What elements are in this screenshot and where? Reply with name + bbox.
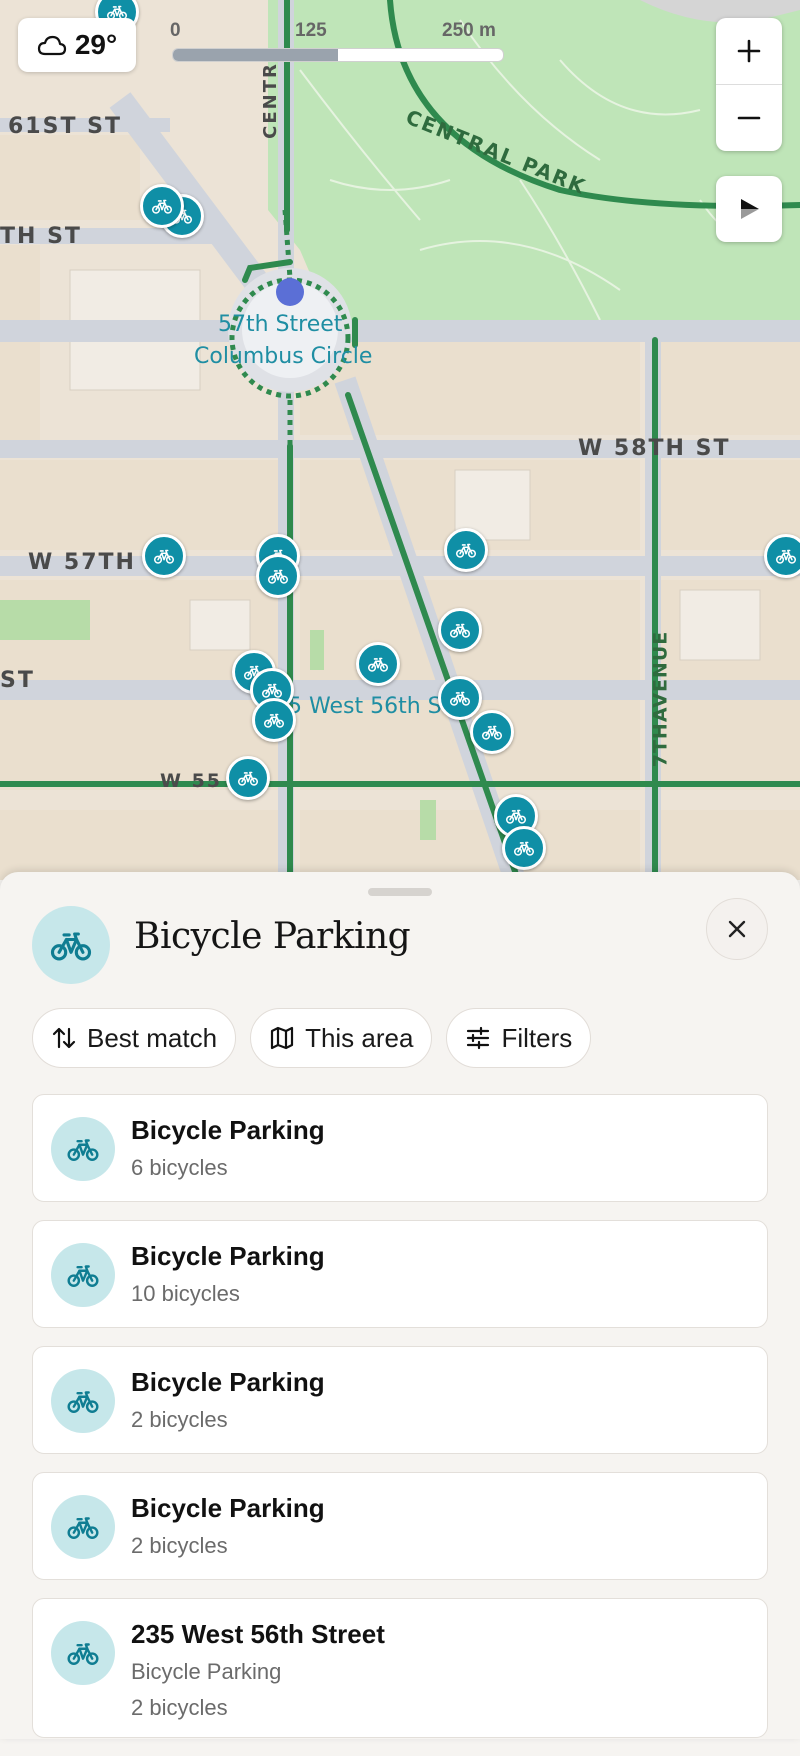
result-title: Bicycle Parking	[131, 1493, 325, 1523]
orientation-control	[716, 176, 782, 242]
compass-button[interactable]	[716, 176, 782, 242]
bicycle-icon	[66, 1132, 100, 1166]
map-icon	[270, 1026, 294, 1050]
result-item[interactable]: 235 West 56th Street Bicycle Parking 2 b…	[32, 1598, 768, 1738]
result-bicycle-badge	[51, 1369, 115, 1433]
sliders-icon	[467, 1026, 490, 1050]
bicycle-icon	[66, 1384, 100, 1418]
result-bicycle-badge	[51, 1243, 115, 1307]
result-bicycle-badge	[51, 1621, 115, 1685]
result-subtitle: 6 bicycles	[131, 1155, 228, 1180]
scale-label-250: 250 m	[442, 20, 496, 41]
bicycle-icon	[455, 539, 477, 561]
map-view[interactable]: 61ST ST TH ST CENTR CENTRAL PARK W 58TH …	[0, 0, 800, 880]
minus-icon	[737, 116, 761, 120]
result-bicycle-badge	[51, 1495, 115, 1559]
bicycle-icon	[367, 653, 389, 675]
street-label-centr: CENTR	[259, 62, 281, 139]
street-label-st: ST	[0, 668, 35, 693]
bike-parking-pin[interactable]	[142, 534, 186, 578]
bike-parking-pin[interactable]	[356, 642, 400, 686]
temperature-text: 29°	[74, 29, 118, 60]
plus-icon	[737, 39, 761, 63]
bicycle-icon	[449, 619, 471, 641]
bicycle-icon	[66, 1258, 100, 1292]
result-bicycle-badge	[51, 1117, 115, 1181]
sort-icon	[52, 1027, 76, 1049]
result-title: Bicycle Parking	[131, 1367, 325, 1397]
bicycle-icon	[263, 709, 285, 731]
bike-parking-pin[interactable]	[438, 608, 482, 652]
sheet-title: Bicycle Parking	[134, 916, 411, 957]
result-item[interactable]: Bicycle Parking 2 bicycles	[32, 1472, 768, 1580]
scale-label-125: 125	[295, 20, 327, 41]
zoom-out-button[interactable]	[716, 85, 782, 151]
bicycle-icon	[66, 1510, 100, 1544]
poi-label-columbus-1[interactable]: 57th Street	[218, 312, 342, 337]
weather-badge[interactable]: 29°	[18, 18, 136, 72]
poi-label-west-56th[interactable]: 5 West 56th St	[288, 694, 450, 719]
bicycle-icon	[513, 837, 535, 859]
result-title: 235 West 56th Street	[131, 1619, 385, 1649]
chip-filters[interactable]: Filters	[446, 1008, 592, 1068]
bike-parking-pin[interactable]	[256, 554, 300, 598]
chip-label: Best match	[87, 1022, 218, 1053]
bike-parking-pin[interactable]	[140, 184, 184, 228]
bike-parking-pin[interactable]	[252, 698, 296, 742]
header-bicycle-badge	[32, 906, 110, 984]
results-sheet: Bicycle Parking Best match This area Fil…	[0, 872, 800, 1739]
bicycle-icon	[151, 195, 173, 217]
chip-this-area[interactable]: This area	[250, 1008, 433, 1068]
bicycle-icon	[66, 1636, 100, 1670]
poi-label-columbus-2[interactable]: Columbus Circle	[194, 344, 372, 369]
result-subtitle: Bicycle Parking	[131, 1659, 282, 1684]
scale-label-0: 0	[170, 20, 181, 41]
street-label-w55: W 55	[160, 770, 223, 792]
scale-bar	[172, 48, 504, 62]
result-item[interactable]: Bicycle Parking 2 bicycles	[32, 1346, 768, 1454]
bicycle-icon	[153, 545, 175, 567]
bicycle-icon	[505, 805, 527, 827]
close-icon	[728, 920, 746, 938]
result-subtitle: 2 bicycles	[131, 1533, 228, 1558]
bike-parking-pin[interactable]	[764, 534, 800, 578]
result-detail: 2 bicycles	[131, 1695, 228, 1720]
street-label-7th-avenue: 7THAVENUE	[649, 630, 672, 768]
street-label-w58: W 58TH ST	[578, 436, 731, 461]
result-title: Bicycle Parking	[131, 1115, 325, 1145]
result-title: Bicycle Parking	[131, 1241, 325, 1271]
results-list: Bicycle Parking 6 bicycles Bicycle Parki…	[32, 1094, 768, 1756]
bike-parking-pin[interactable]	[444, 528, 488, 572]
bike-parking-pin[interactable]	[502, 826, 546, 870]
result-item[interactable]: Bicycle Parking 6 bicycles	[32, 1094, 768, 1202]
street-label-61st: 61ST ST	[8, 114, 122, 139]
bike-parking-pin[interactable]	[438, 676, 482, 720]
chip-label: This area	[305, 1022, 414, 1053]
bicycle-icon	[267, 565, 289, 587]
cloud-icon	[37, 35, 66, 56]
result-subtitle: 10 bicycles	[131, 1281, 240, 1306]
bike-parking-pin[interactable]	[226, 756, 270, 800]
filter-chips: Best match This area Filters	[32, 1008, 592, 1068]
close-button[interactable]	[706, 898, 768, 960]
map-scale: 0 125 250 m	[170, 18, 510, 62]
bicycle-icon	[49, 923, 93, 967]
chip-label: Filters	[501, 1022, 573, 1053]
bicycle-icon	[481, 721, 503, 743]
bike-parking-pin[interactable]	[470, 710, 514, 754]
chip-best-match[interactable]: Best match	[32, 1008, 237, 1068]
result-subtitle: 2 bicycles	[131, 1407, 228, 1432]
bicycle-icon	[775, 545, 797, 567]
compass-icon	[741, 199, 759, 219]
sheet-grabber[interactable]	[368, 888, 432, 896]
street-label-th-st: TH ST	[0, 224, 82, 249]
bicycle-icon	[237, 767, 259, 789]
street-label-w57: W 57TH	[28, 550, 136, 575]
zoom-controls	[716, 18, 782, 151]
bicycle-icon	[449, 687, 471, 709]
result-item[interactable]: Bicycle Parking 10 bicycles	[32, 1220, 768, 1328]
zoom-in-button[interactable]	[716, 18, 782, 84]
